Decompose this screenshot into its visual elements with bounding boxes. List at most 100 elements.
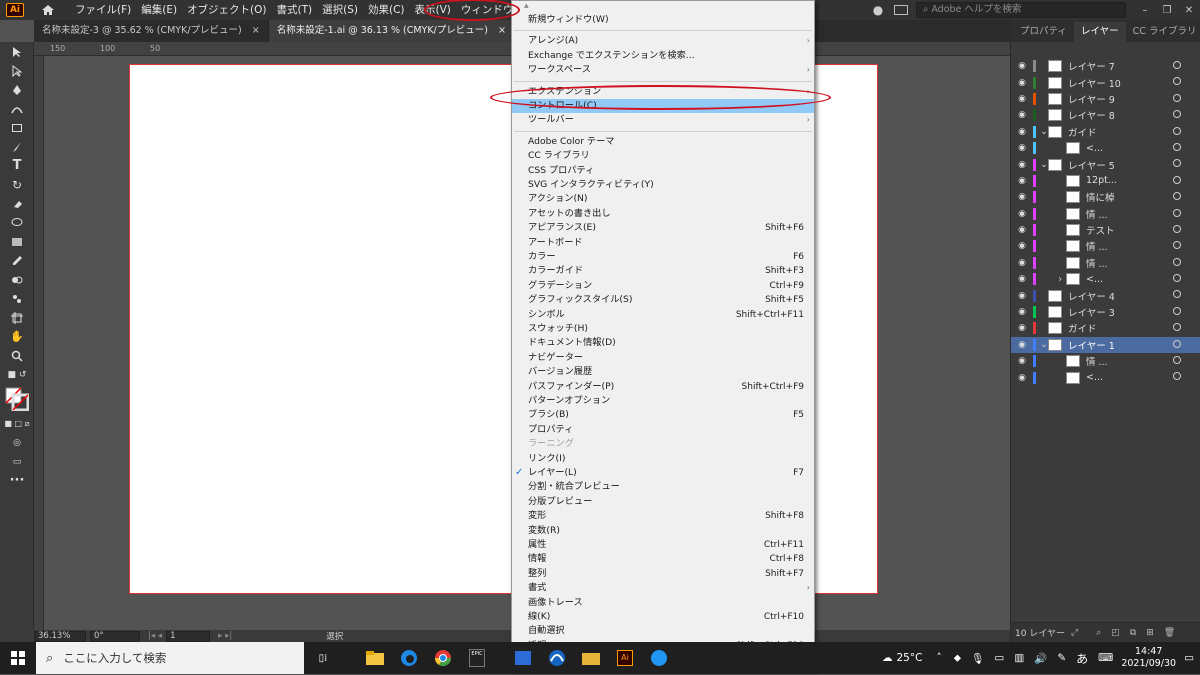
layer-target-icon[interactable] [1173, 356, 1181, 365]
visibility-eye-icon[interactable]: ◉ [1011, 176, 1033, 186]
more-tools-icon[interactable]: ··· [0, 471, 34, 490]
menu-item-2[interactable]: オブジェクト(O) [182, 0, 271, 20]
eyedropper-tool-icon[interactable] [0, 251, 34, 270]
menu-item-3[interactable]: 書式(T) [272, 0, 318, 20]
layer-target-icon[interactable] [1173, 77, 1181, 86]
layer-row[interactable]: ◉ ⌄ ガイド [1011, 124, 1200, 140]
layer-target-icon[interactable] [1173, 224, 1181, 233]
menu-item[interactable]: パスファインダー(P) Shift+Ctrl+F9 [512, 380, 814, 394]
menu-item[interactable]: CC ライブラリ [512, 149, 814, 163]
menu-item[interactable]: Adobe Color テーマ [512, 135, 814, 149]
battery-icon[interactable]: ▭ [994, 652, 1004, 664]
visibility-eye-icon[interactable]: ◉ [1011, 373, 1033, 383]
fill-stroke-icon[interactable] [0, 384, 34, 414]
menu-item[interactable]: 分割・統合プレビュー [512, 480, 814, 494]
menu-item[interactable]: SVG インタラクティビティ(Y) [512, 178, 814, 192]
menu-item[interactable]: アクション(N) [512, 192, 814, 206]
menu-item[interactable]: 情報 Ctrl+F8 [512, 552, 814, 566]
menu-item[interactable]: 属性 Ctrl+F11 [512, 538, 814, 552]
layer-target-icon[interactable] [1173, 142, 1181, 151]
zoom-field[interactable]: 36.13% [34, 630, 86, 642]
notification-icon[interactable]: ▭ [1184, 652, 1194, 664]
tray-expand-icon[interactable]: ˄ [936, 652, 941, 664]
pen-tool-icon[interactable] [0, 80, 34, 99]
close-icon[interactable]: ✕ [1178, 5, 1200, 16]
menu-item[interactable]: 自動選択 [512, 624, 814, 638]
layer-row[interactable]: ◉ ⌄ レイヤー 1 [1011, 336, 1200, 354]
swap-fill-stroke-icon[interactable]: ■ ↺ [0, 365, 34, 384]
visibility-eye-icon[interactable]: ◉ [1011, 209, 1033, 219]
menu-item[interactable]: ドキュメント情報(D) [512, 336, 814, 350]
symbol-sprayer-tool-icon[interactable] [0, 289, 34, 308]
layer-target-icon[interactable] [1173, 159, 1181, 168]
menu-item[interactable]: カラーガイド Shift+F3 [512, 264, 814, 278]
menu-item[interactable]: 画像トレース [512, 596, 814, 610]
layer-target-icon[interactable] [1173, 126, 1181, 135]
layer-row[interactable]: ◉ 情に棹 [1011, 189, 1200, 205]
color-mode-icon[interactable]: ■ □ ⧄ [0, 414, 34, 433]
new-layer-icon[interactable]: ⊞ [1146, 628, 1154, 638]
blend-tool-icon[interactable] [0, 270, 34, 289]
visibility-eye-icon[interactable]: ◉ [1011, 225, 1033, 235]
visibility-eye-icon[interactable]: ◉ [1011, 61, 1033, 71]
layer-target-icon[interactable] [1173, 339, 1181, 348]
menu-scroll-up-icon[interactable]: ▴ [512, 1, 814, 11]
visibility-eye-icon[interactable]: ◉ [1011, 127, 1033, 137]
menu-item[interactable]: 整列 Shift+F7 [512, 567, 814, 581]
menu-item-5[interactable]: 効果(C) [363, 0, 410, 20]
visibility-eye-icon[interactable]: ◉ [1011, 274, 1033, 284]
type-tool-icon[interactable]: T [0, 156, 34, 175]
menu-item[interactable]: プロパティ [512, 423, 814, 437]
layer-target-icon[interactable] [1173, 208, 1181, 217]
layer-row[interactable]: ◉ › <... [1011, 271, 1200, 287]
tab-close-icon[interactable]: × [252, 20, 260, 42]
menu-item-0[interactable]: ファイル(F) [70, 0, 136, 20]
menu-item[interactable]: グラフィックスタイル(S) Shift+F5 [512, 293, 814, 307]
browser-icon[interactable] [642, 642, 676, 674]
paintbrush-tool-icon[interactable] [0, 137, 34, 156]
layer-row[interactable]: ◉ レイヤー 3 [1011, 304, 1200, 320]
tab-cc-libraries[interactable]: CC ライブラリ [1126, 22, 1200, 42]
layer-row[interactable]: ◉ 情 ... [1011, 206, 1200, 222]
workspace-icon[interactable] [894, 5, 908, 15]
layer-row[interactable]: ◉ テスト [1011, 222, 1200, 238]
visibility-eye-icon[interactable]: ◉ [1011, 192, 1033, 202]
visibility-eye-icon[interactable]: ◉ [1011, 78, 1033, 88]
volume-icon[interactable]: 🔊 [1034, 652, 1047, 665]
layer-expand-icon[interactable]: › [1040, 274, 1066, 285]
microphone-icon[interactable]: 🎙 [971, 652, 984, 665]
visibility-eye-icon[interactable]: ◉ [1011, 323, 1033, 333]
locate-icon[interactable]: ⌕ [1096, 628, 1101, 638]
layer-row[interactable]: ◉ 情 ... [1011, 238, 1200, 254]
layer-row[interactable]: ◉ 情 ... [1011, 353, 1200, 369]
menu-item[interactable]: 分版プレビュー [512, 495, 814, 509]
menu-item[interactable]: スウォッチ(H) [512, 322, 814, 336]
menu-item-4[interactable]: 選択(S) [317, 0, 363, 20]
delete-layer-icon[interactable]: 🗑 [1164, 628, 1175, 638]
artboard-number-field[interactable]: 1 [166, 630, 211, 642]
layer-target-icon[interactable] [1173, 241, 1181, 250]
minimize-icon[interactable]: – [1134, 5, 1156, 16]
layer-expand-icon[interactable]: ⌄ [1040, 339, 1048, 350]
network-icon[interactable]: ▥ [1014, 652, 1024, 664]
tab-document-3[interactable]: 名称未設定-3 @ 35.62 % (CMYK/プレビュー) × [34, 20, 269, 42]
clipping-mask-icon[interactable]: ◰ [1111, 628, 1120, 638]
tab-properties[interactable]: プロパティ [1013, 22, 1074, 42]
menu-item-1[interactable]: 編集(E) [136, 0, 182, 20]
draw-mode-icon[interactable]: ◎ [0, 433, 34, 452]
layer-row[interactable]: ◉ <... [1011, 369, 1200, 385]
layer-target-icon[interactable] [1173, 93, 1181, 102]
layer-target-icon[interactable] [1173, 306, 1181, 315]
layer-row[interactable]: ◉ 12pt... [1011, 173, 1200, 189]
curvature-tool-icon[interactable] [0, 99, 34, 118]
tab-document-1[interactable]: 名称未設定-1.ai @ 36.13 % (CMYK/プレビュー) × [268, 20, 515, 42]
help-search-input[interactable]: ⌕ Adobe ヘルプを検索 [916, 2, 1126, 18]
layer-expand-icon[interactable]: ⌄ [1040, 126, 1048, 137]
layer-target-icon[interactable] [1173, 290, 1181, 299]
visibility-eye-icon[interactable]: ◉ [1011, 160, 1033, 170]
menu-item[interactable]: 変形 Shift+F8 [512, 509, 814, 523]
hand-tool-icon[interactable]: ✋ [0, 327, 34, 346]
rectangle-tool-icon[interactable] [0, 118, 34, 137]
chrome-icon[interactable] [426, 642, 460, 674]
tab-close-icon[interactable]: × [498, 20, 506, 42]
